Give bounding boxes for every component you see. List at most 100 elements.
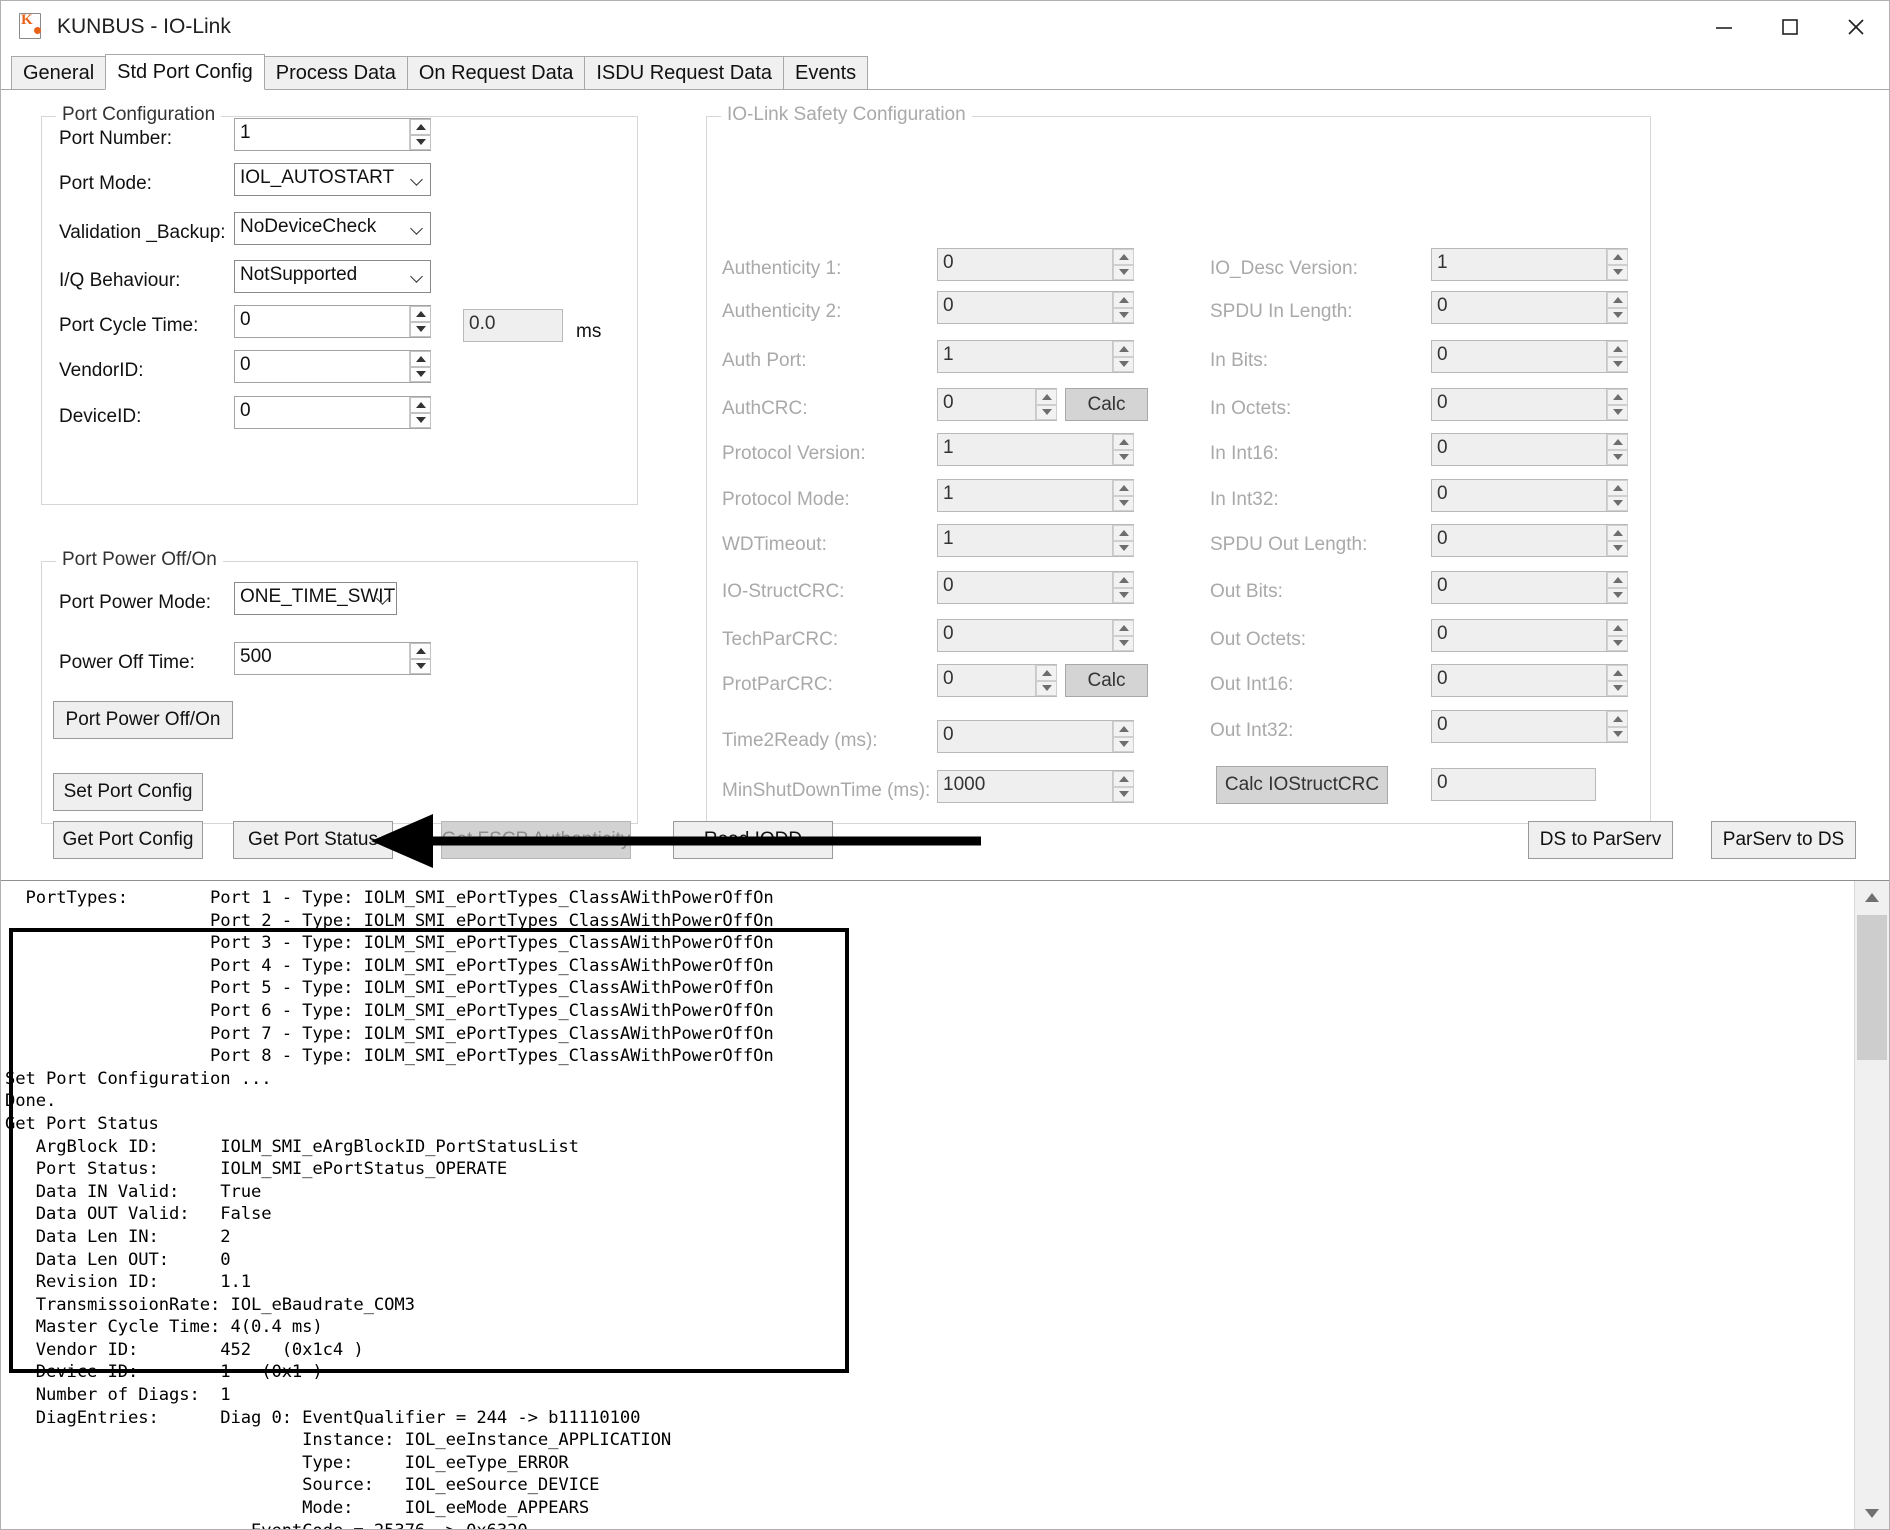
calc-iostructcrc-button[interactable]: Calc IOStructCRC	[1216, 766, 1388, 804]
log-console[interactable]: PortTypes: Port 1 - Type: IOLM_SMI_ePort…	[1, 880, 1889, 1529]
input-protocol-version[interactable]: 1	[937, 433, 1134, 466]
label-out-int32: Out Int32:	[1210, 720, 1294, 741]
tab-process-data[interactable]: Process Data	[263, 56, 408, 89]
input-vendor-id[interactable]: 0	[234, 350, 431, 383]
chevron-down-icon	[412, 175, 423, 186]
input-port-cycle-time[interactable]: 0	[234, 305, 431, 338]
input-wdtimeout[interactable]: 1	[937, 524, 1134, 557]
scroll-down-icon[interactable]	[1855, 1497, 1889, 1529]
spinner-protparcrc[interactable]	[1035, 665, 1057, 696]
label-iq-behaviour: I/Q Behaviour:	[59, 270, 181, 291]
get-port-status-button[interactable]: Get Port Status	[233, 821, 393, 859]
label-device-id: DeviceID:	[59, 406, 142, 427]
calc-protparcrc-button[interactable]: Calc	[1065, 664, 1148, 697]
spinner-out-int32[interactable]	[1606, 711, 1628, 742]
tab-on-request-data[interactable]: On Request Data	[406, 56, 586, 89]
spinner-in-int32[interactable]	[1606, 480, 1628, 511]
input-minshutdowntime[interactable]: 1000	[937, 770, 1134, 803]
spinner-vendor-id[interactable]	[409, 351, 431, 382]
spinner-minshutdowntime[interactable]	[1112, 771, 1134, 802]
spinner-port-cycle-time[interactable]	[409, 306, 431, 337]
spinner-out-bits[interactable]	[1606, 572, 1628, 603]
input-in-octets[interactable]: 0	[1431, 388, 1628, 421]
input-authenticity-2[interactable]: 0	[937, 291, 1134, 324]
spinner-wdtimeout[interactable]	[1112, 525, 1134, 556]
label-protocol-mode: Protocol Mode:	[722, 489, 850, 510]
input-out-int32[interactable]: 0	[1431, 710, 1628, 743]
label-out-int16: Out Int16:	[1210, 674, 1294, 695]
set-port-config-button[interactable]: Set Port Config	[53, 773, 203, 811]
console-scrollbar[interactable]	[1854, 881, 1889, 1529]
calc-authcrc-button[interactable]: Calc	[1065, 388, 1148, 421]
input-out-octets[interactable]: 0	[1431, 619, 1628, 652]
select-iq-behaviour[interactable]: NotSupported	[234, 260, 431, 293]
input-in-bits[interactable]: 0	[1431, 340, 1628, 373]
port-configuration-title: Port Configuration	[56, 104, 222, 126]
input-device-id[interactable]: 0	[234, 396, 431, 429]
spinner-in-octets[interactable]	[1606, 389, 1628, 420]
spinner-port-number[interactable]	[409, 119, 431, 150]
scrollbar-thumb[interactable]	[1857, 915, 1887, 1060]
tab-std-port-config[interactable]: Std Port Config	[105, 54, 265, 90]
label-io-desc-version: IO_Desc Version:	[1210, 258, 1358, 279]
input-out-int16[interactable]: 0	[1431, 664, 1628, 697]
input-spdu-in-length[interactable]: 0	[1431, 291, 1628, 324]
spinner-spdu-in-length[interactable]	[1606, 292, 1628, 323]
maximize-icon[interactable]	[1757, 1, 1823, 53]
input-in-int16[interactable]: 0	[1431, 433, 1628, 466]
unit-ms: ms	[576, 321, 602, 342]
label-wdtimeout: WDTimeout:	[722, 534, 827, 555]
readout-iostructcrc: 0	[1431, 768, 1596, 801]
input-auth-port[interactable]: 1	[937, 340, 1134, 373]
spinner-authenticity-2[interactable]	[1112, 292, 1134, 323]
input-out-bits[interactable]: 0	[1431, 571, 1628, 604]
label-spdu-out-length: SPDU Out Length:	[1210, 534, 1368, 555]
spinner-out-octets[interactable]	[1606, 620, 1628, 651]
spinner-protocol-mode[interactable]	[1112, 480, 1134, 511]
label-vendor-id: VendorID:	[59, 360, 144, 381]
spinner-in-bits[interactable]	[1606, 341, 1628, 372]
spinner-power-off-time[interactable]	[409, 643, 431, 674]
input-time2ready[interactable]: 0	[937, 720, 1134, 753]
select-port-power-mode[interactable]: ONE_TIME_SWITCI	[234, 582, 397, 615]
spinner-in-int16[interactable]	[1606, 434, 1628, 465]
spinner-time2ready[interactable]	[1112, 721, 1134, 752]
parserv-to-ds-button[interactable]: ParServ to DS	[1711, 821, 1856, 859]
read-iodd-button[interactable]: Read IODD	[673, 821, 833, 859]
tab-general[interactable]: General	[11, 56, 107, 89]
spinner-spdu-out-length[interactable]	[1606, 525, 1628, 556]
input-spdu-out-length[interactable]: 0	[1431, 524, 1628, 557]
spinner-techparcrc[interactable]	[1112, 620, 1134, 651]
input-power-off-time[interactable]: 500	[234, 642, 431, 675]
spinner-auth-port[interactable]	[1112, 341, 1134, 372]
port-power-title: Port Power Off/On	[56, 549, 223, 571]
spinner-authenticity-1[interactable]	[1112, 249, 1134, 280]
input-port-number[interactable]: 1	[234, 118, 431, 151]
ds-to-parserv-button[interactable]: DS to ParServ	[1528, 821, 1673, 859]
spinner-io-desc-version[interactable]	[1606, 249, 1628, 280]
spinner-device-id[interactable]	[409, 397, 431, 428]
select-validation-backup[interactable]: NoDeviceCheck	[234, 212, 431, 245]
input-authenticity-1[interactable]: 0	[937, 248, 1134, 281]
spinner-authcrc[interactable]	[1035, 389, 1057, 420]
spinner-io-structcrc[interactable]	[1112, 572, 1134, 603]
input-io-desc-version[interactable]: 1	[1431, 248, 1628, 281]
label-port-power-mode: Port Power Mode:	[59, 592, 212, 613]
input-protocol-mode[interactable]: 1	[937, 479, 1134, 512]
scroll-up-icon[interactable]	[1855, 881, 1889, 913]
input-in-int32[interactable]: 0	[1431, 479, 1628, 512]
select-port-mode[interactable]: IOL_AUTOSTART	[234, 163, 431, 196]
log-console-text: PortTypes: Port 1 - Type: IOLM_SMI_ePort…	[5, 888, 774, 1529]
label-protocol-version: Protocol Version:	[722, 443, 866, 464]
spinner-out-int16[interactable]	[1606, 665, 1628, 696]
tab-isdu-request-data[interactable]: ISDU Request Data	[584, 56, 785, 89]
label-auth-port: Auth Port:	[722, 350, 807, 371]
tab-events[interactable]: Events	[783, 56, 869, 89]
port-power-off-on-button[interactable]: Port Power Off/On	[53, 701, 233, 739]
spinner-protocol-version[interactable]	[1112, 434, 1134, 465]
input-techparcrc[interactable]: 0	[937, 619, 1134, 652]
close-icon[interactable]	[1823, 1, 1889, 53]
get-port-config-button[interactable]: Get Port Config	[53, 821, 203, 859]
input-io-structcrc[interactable]: 0	[937, 571, 1134, 604]
minimize-icon[interactable]	[1691, 1, 1757, 53]
